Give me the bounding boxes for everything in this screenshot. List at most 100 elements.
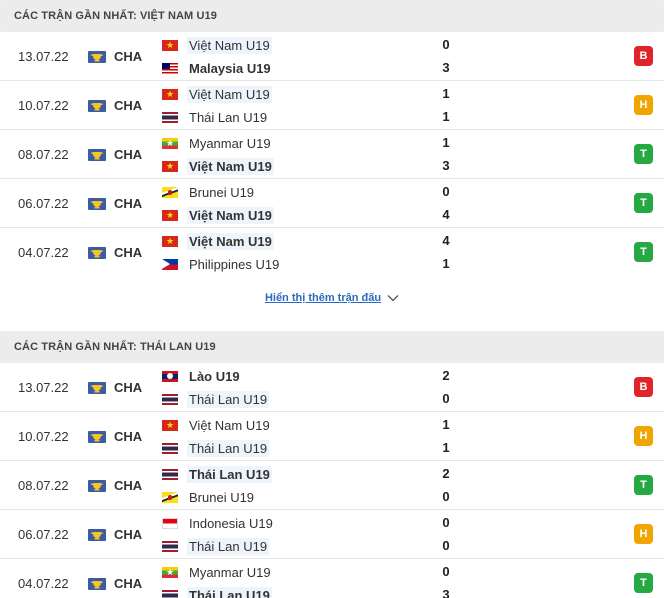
away-team-name: Malaysia U19 (189, 60, 271, 76)
match-row[interactable]: 10.07.22 CHA Việt Nam U19 Thái Lan U19 1… (0, 81, 664, 130)
away-team-flag-icon (162, 393, 178, 405)
away-score: 0 (442, 538, 450, 553)
home-team-flag-icon (162, 137, 178, 149)
home-team-flag-icon (162, 186, 178, 198)
match-date: 13.07.22 (18, 48, 69, 64)
home-team-flag-icon (162, 235, 178, 247)
home-score: 2 (442, 466, 450, 481)
home-score: 1 (442, 417, 450, 432)
away-score: 1 (442, 109, 450, 124)
league-name: CHA (114, 97, 143, 113)
result-badge: T (634, 242, 653, 262)
home-team[interactable]: Lào U19 (162, 367, 242, 385)
league-name: CHA (114, 146, 143, 162)
match-date: 13.07.22 (18, 379, 69, 395)
home-team[interactable]: Brunei U19 (162, 183, 256, 201)
league-trophy-icon (88, 100, 106, 112)
result-badge: T (634, 475, 653, 495)
match-row[interactable]: 06.07.22 CHA Indonesia U19 Thái Lan U19 … (0, 510, 664, 559)
home-team-name: Lào U19 (189, 368, 240, 384)
home-team[interactable]: Việt Nam U19 (162, 36, 272, 54)
match-row[interactable]: 13.07.22 CHA Lào U19 Thái Lan U19 2 0 B (0, 363, 664, 412)
away-team[interactable]: Malaysia U19 (162, 59, 273, 77)
away-team[interactable]: Philippines U19 (162, 255, 281, 273)
away-team-name: Thái Lan U19 (189, 109, 268, 125)
match-date: 08.07.22 (18, 146, 69, 162)
match-row[interactable]: 08.07.22 CHA Thái Lan U19 Brunei U19 2 0… (0, 461, 664, 510)
away-team-flag-icon (162, 589, 178, 598)
away-team[interactable]: Brunei U19 (162, 488, 256, 506)
away-team[interactable]: Thái Lan U19 (162, 537, 270, 555)
league-name: CHA (114, 48, 143, 64)
away-team-flag-icon (162, 160, 178, 172)
home-team-name: Thái Lan U19 (187, 465, 272, 483)
away-team-flag-icon (162, 209, 178, 221)
result-badge: H (634, 426, 653, 446)
recent-matches-section: CÁC TRẬN GẦN NHẤT: THÁI LAN U19 13.07.22… (0, 331, 664, 598)
result-badge: B (634, 46, 653, 66)
league-name: CHA (114, 526, 143, 542)
away-team[interactable]: Thái Lan U19 (162, 390, 270, 408)
league-trophy-icon (88, 480, 106, 492)
home-score: 1 (442, 135, 450, 150)
section-title: CÁC TRẬN GẦN NHẤT: VIỆT NAM U19 (0, 0, 664, 32)
match-row[interactable]: 04.07.22 CHA Myanmar U19 Thái Lan U19 0 … (0, 559, 664, 598)
away-team-name: Thái Lan U19 (187, 537, 270, 555)
away-team[interactable]: Việt Nam U19 (162, 157, 274, 175)
away-team-flag-icon (162, 491, 178, 503)
league-name: CHA (114, 245, 143, 260)
home-team-name: Việt Nam U19 (187, 36, 272, 54)
home-team[interactable]: Việt Nam U19 (162, 232, 274, 250)
home-team-flag-icon (162, 39, 178, 51)
section-title: CÁC TRẬN GẦN NHẤT: THÁI LAN U19 (0, 331, 664, 363)
home-team-flag-icon (162, 370, 178, 382)
league-trophy-icon (88, 431, 106, 443)
home-team-name: Indonesia U19 (189, 515, 273, 531)
away-team-flag-icon (162, 111, 178, 123)
match-row[interactable]: 06.07.22 CHA Brunei U19 Việt Nam U19 0 4… (0, 179, 664, 228)
match-date: 04.07.22 (18, 575, 69, 591)
away-score: 3 (442, 158, 450, 173)
away-score: 1 (442, 440, 450, 455)
league-name: CHA (114, 428, 143, 444)
away-team-flag-icon (162, 258, 178, 270)
show-more-button[interactable]: Hiển thị thêm trận đấu (265, 292, 399, 304)
match-row[interactable]: 04.07.22 CHA Việt Nam U19 Philippines U1… (0, 228, 664, 277)
home-team-flag-icon (162, 88, 178, 100)
result-badge: T (634, 573, 653, 593)
league-trophy-icon (88, 149, 106, 161)
home-team[interactable]: Myanmar U19 (162, 134, 273, 152)
home-team-name: Việt Nam U19 (187, 85, 272, 103)
away-team[interactable]: Thái Lan U19 (162, 108, 269, 126)
result-badge: T (634, 144, 653, 164)
away-team[interactable]: Việt Nam U19 (162, 206, 274, 224)
away-team-name: Việt Nam U19 (187, 157, 274, 175)
away-team-flag-icon (162, 540, 178, 552)
league-name: CHA (114, 575, 143, 591)
league-name: CHA (114, 477, 143, 493)
home-team-flag-icon (162, 517, 178, 529)
away-team-name: Philippines U19 (189, 256, 280, 272)
league-trophy-icon (88, 247, 106, 259)
home-score: 1 (442, 86, 450, 101)
away-team[interactable]: Thái Lan U19 (162, 439, 270, 457)
away-score: 1 (442, 256, 450, 271)
home-team-name: Việt Nam U19 (189, 417, 270, 433)
match-row[interactable]: 13.07.22 CHA Việt Nam U19 Malaysia U19 0… (0, 32, 664, 81)
home-team[interactable]: Thái Lan U19 (162, 465, 272, 483)
home-team[interactable]: Việt Nam U19 (162, 85, 272, 103)
home-score: 0 (442, 564, 450, 579)
match-row[interactable]: 10.07.22 CHA Việt Nam U19 Thái Lan U19 1… (0, 412, 664, 461)
home-team[interactable]: Việt Nam U19 (162, 416, 272, 434)
league-name: CHA (114, 195, 143, 211)
away-score: 0 (442, 391, 450, 406)
match-date: 06.07.22 (18, 195, 69, 211)
home-score: 0 (442, 184, 450, 199)
home-team-flag-icon (162, 566, 178, 578)
home-team[interactable]: Myanmar U19 (162, 563, 273, 581)
away-team[interactable]: Thái Lan U19 (162, 586, 272, 598)
home-team[interactable]: Indonesia U19 (162, 514, 275, 532)
result-badge: B (634, 377, 653, 397)
away-team-name: Thái Lan U19 (187, 439, 270, 457)
match-row[interactable]: 08.07.22 CHA Myanmar U19 Việt Nam U19 1 … (0, 130, 664, 179)
